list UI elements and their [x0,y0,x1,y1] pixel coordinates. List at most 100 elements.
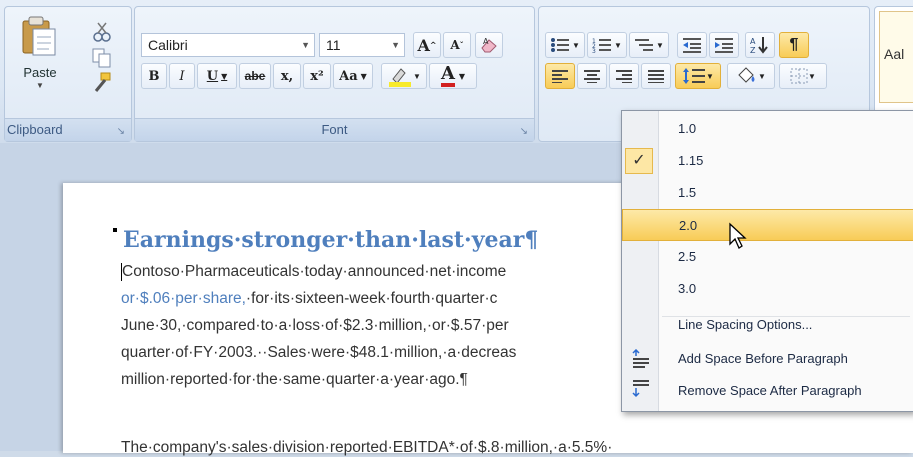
font-color-button[interactable]: A ▼ [429,63,477,89]
shading-button[interactable]: ▼ [727,63,775,89]
subscript-button[interactable]: x, [273,63,301,89]
line-spacing-item[interactable]: 1.5 [622,177,913,209]
borders-button[interactable]: ▼ [779,63,827,89]
chevron-down-icon[interactable]: ▼ [221,71,227,81]
justify-button[interactable] [641,63,671,89]
copy-icon[interactable] [91,47,113,69]
line-spacing-value: 2.5 [678,249,697,264]
font-size-combo[interactable]: 11 ▼ [319,33,405,57]
dialog-launcher-icon[interactable]: ↘ [520,126,528,137]
line-spacing-options-item[interactable]: Line Spacing Options... [622,309,913,341]
chevron-down-icon[interactable]: ▼ [758,72,766,81]
numbering-button[interactable]: 1 2 3 ▼ [587,32,627,58]
body-line[interactable]: or·$.06·per·share,·for·its·sixteen-week·… [121,290,497,308]
body-line[interactable]: million·reported·for·the·same·quarter·a·… [121,371,468,389]
paste-button[interactable]: Paste ▼ [9,13,71,97]
dialog-launcher-icon[interactable]: ↘ [117,126,125,137]
paste-label: Paste [23,65,57,80]
chevron-down-icon[interactable]: ▼ [706,72,714,81]
align-center-button[interactable] [577,63,607,89]
line-spacing-value: 2.0 [679,218,698,233]
sort-icon: A Z [750,37,768,54]
decrease-indent-icon [683,38,701,53]
line-spacing-value: 1.5 [678,185,697,200]
chevron-down-icon[interactable]: ▼ [572,41,580,50]
chevron-down-icon[interactable]: ▼ [413,72,421,81]
font-group-label: Font [135,118,534,141]
chevron-down-icon[interactable]: ▼ [361,71,367,81]
body-text: quarter·of·FY·2003.··Sales·were·$48.1·mi… [121,344,517,361]
decrease-indent-button[interactable] [677,32,707,58]
document-heading[interactable]: Earnings·stronger·than·last·year¶ [123,227,538,253]
line-spacing-item[interactable]: 2.0 [622,209,913,241]
remove-space-after-item[interactable]: Remove Space After Paragraph [622,375,913,407]
line-spacing-item[interactable]: 2.5 [622,241,913,273]
paint-bucket-icon [738,67,755,83]
body-text: million·reported·for·the·same·quarter·a·… [121,371,468,388]
style-preview[interactable]: Aal [879,11,913,103]
svg-text:Z: Z [750,46,756,54]
chevron-down-icon[interactable]: ▼ [391,34,400,56]
superscript-button[interactable]: x² [303,63,331,89]
body-text: Contoso·Pharmaceuticals·today·announced·… [122,263,507,280]
align-right-icon [616,70,632,83]
multilevel-list-button[interactable]: ▼ [629,32,669,58]
line-spacing-item[interactable]: ✓ 1.15 [622,145,913,177]
strikethrough-button[interactable]: abe [239,63,271,89]
line-spacing-button[interactable]: ▼ [675,63,721,89]
numbering-icon: 1 2 3 [592,38,612,53]
body-line[interactable]: June·30,·compared·to·a·loss·of·$2.3·mill… [121,317,509,335]
font-size-value: 11 [326,37,341,53]
hyperlink-text[interactable]: or·$.06·per·share, [121,290,246,307]
increase-indent-icon [715,38,733,53]
add-space-before-item[interactable]: Add Space Before Paragraph [622,343,913,375]
line-spacing-value: 1.15 [678,153,704,168]
clipboard-group: Paste ▼ Clipboard ↘ [4,6,132,142]
body-line[interactable]: Contoso·Pharmaceuticals·today·announced·… [121,263,506,281]
grow-font-button[interactable]: A ^ [413,32,441,58]
second-paragraph[interactable]: The·company's·sales·division·reported·EB… [121,439,612,457]
body-text: June·30,·compared·to·a·loss·of·$2.3·mill… [121,317,509,334]
underline-button[interactable]: U ▼ [197,63,237,89]
line-spacing-value: 3.0 [678,281,697,296]
chevron-down-icon[interactable]: ▼ [808,72,816,81]
multilevel-list-icon [635,39,654,51]
clipboard-group-label: Clipboard [5,118,131,141]
line-spacing-value: 1.0 [678,121,697,136]
change-case-button[interactable]: Aa ▼ [333,63,373,89]
body-line[interactable]: quarter·of·FY·2003.··Sales·were·$48.1·mi… [121,344,516,362]
chevron-down-icon[interactable]: ▼ [614,41,622,50]
align-left-icon [552,70,568,83]
font-name-combo[interactable]: Calibri ▼ [141,33,315,57]
chevron-down-icon[interactable]: ▼ [656,41,664,50]
chevron-down-icon[interactable]: ▼ [459,71,465,81]
chevron-down-icon: ▼ [36,81,44,90]
clear-formatting-button[interactable]: A [475,32,503,58]
show-formatting-button[interactable]: ¶ [779,32,809,58]
paragraph-mark-bullet [113,228,117,232]
sort-button[interactable]: A Z [745,32,775,58]
add-space-before-icon [632,349,649,368]
highlight-color-button[interactable]: ▼ [381,63,427,89]
align-left-button[interactable] [545,63,575,89]
checkmark-icon: ✓ [625,148,653,174]
svg-text:A: A [483,37,489,46]
increase-indent-button[interactable] [709,32,739,58]
remove-space-after-icon [632,380,649,398]
align-right-button[interactable] [609,63,639,89]
line-spacing-menu: 1.0 ✓ 1.15 1.5 2.0 2.5 3.0 Line Spacing Option… [621,110,913,412]
font-name-value: Calibri [148,37,188,53]
align-center-icon [584,70,600,83]
shrink-font-button[interactable]: Aˇ [443,32,471,58]
mouse-pointer-icon [729,222,747,249]
bold-button[interactable]: B [141,63,167,89]
format-painter-icon[interactable] [91,71,113,93]
svg-text:3: 3 [592,48,596,53]
chevron-down-icon[interactable]: ▼ [301,34,310,56]
line-spacing-item[interactable]: 3.0 [622,273,913,305]
cut-icon[interactable] [91,21,113,43]
line-spacing-item[interactable]: 1.0 [622,113,913,145]
bullets-button[interactable]: ▼ [545,32,585,58]
justify-icon [648,70,664,83]
italic-button[interactable]: I [169,63,195,89]
